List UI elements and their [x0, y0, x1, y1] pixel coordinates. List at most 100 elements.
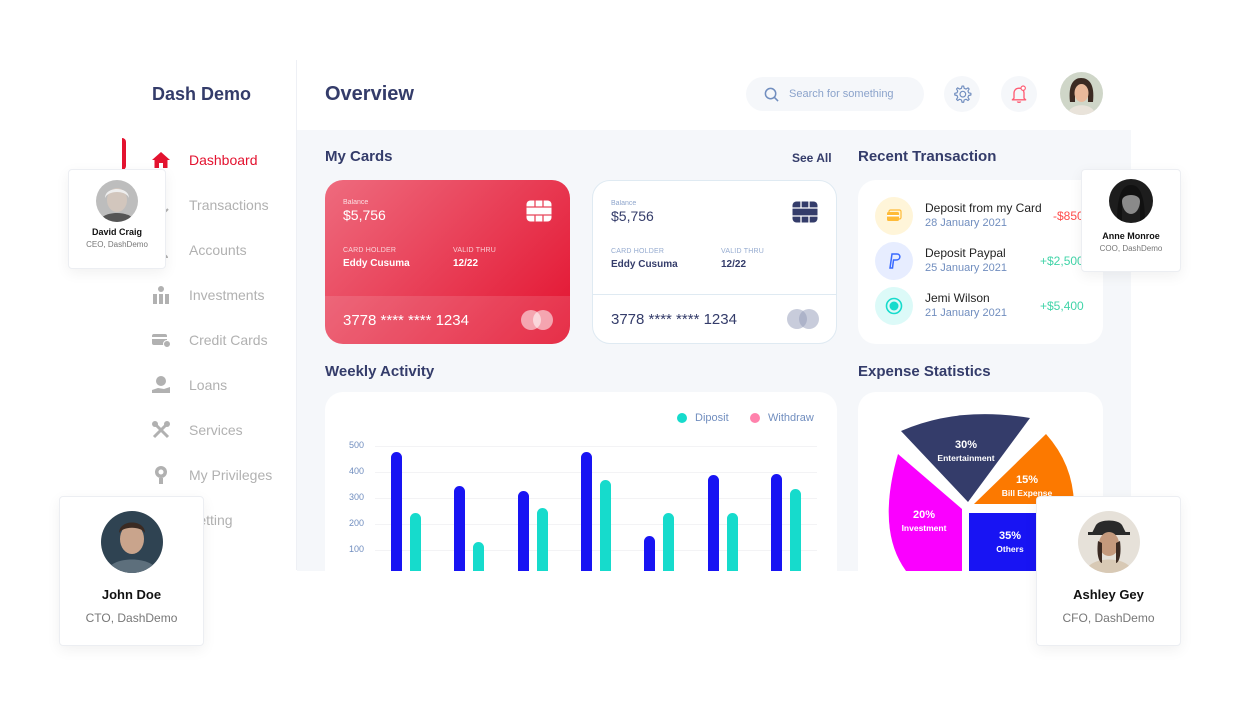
grid-line: [375, 524, 817, 525]
sidebar-item-services[interactable]: Services: [150, 415, 300, 445]
bar-withdraw-2[interactable]: [517, 491, 529, 571]
sidebar-item-transactions[interactable]: Transactions: [150, 190, 300, 220]
legend-withdraw: Withdraw: [750, 412, 814, 424]
transaction-row[interactable]: Jemi Wilson 21 January 2021 +$5,400: [875, 287, 1105, 327]
credit-card-secondary[interactable]: Balance $5,756 CARD HOLDER Eddy Cusuma V…: [592, 180, 837, 344]
sidebar-item-my-privileges[interactable]: My Privileges: [150, 460, 300, 490]
transaction-name: Deposit from my Card: [925, 201, 1042, 215]
bar-diposit-2[interactable]: [536, 508, 548, 571]
bar-withdraw-4[interactable]: [644, 536, 656, 571]
bar-diposit-1[interactable]: [473, 541, 485, 571]
sidebar-item-accounts[interactable]: Accounts: [150, 235, 300, 265]
card-balance: $5,756: [343, 207, 386, 223]
search-bar[interactable]: [746, 77, 924, 111]
transaction-name: Deposit Paypal: [925, 246, 1006, 260]
grid-line: [375, 472, 817, 473]
profile-name: John Doe: [101, 587, 162, 602]
brand-logo[interactable]: Dash Demo: [152, 84, 251, 105]
y-tick-label: 500: [349, 440, 365, 450]
sidebar-item-label: Dashboard: [189, 152, 258, 168]
profile-role: CFO, DashDemo: [1062, 611, 1155, 625]
sidebar-item-investments[interactable]: Investments: [150, 280, 300, 310]
grid-line: [375, 550, 817, 551]
slice-label: Others: [996, 544, 1024, 554]
card-holder-label: CARD HOLDER: [343, 247, 397, 254]
bar-withdraw-1[interactable]: [454, 485, 466, 571]
profile-role: COO, DashDemo: [1099, 244, 1163, 253]
balance-label: Balance: [611, 200, 637, 207]
slice-label: Entertainment: [937, 453, 994, 463]
sidebar-item-label: Credit Cards: [189, 332, 268, 348]
credit-card-primary[interactable]: Balance $5,756 CARD HOLDER Eddy Cusuma V…: [325, 180, 570, 344]
balance-label: Balance: [343, 199, 369, 206]
sidebar-item-label: Transactions: [189, 197, 269, 213]
card-holder-label: CARD HOLDER: [611, 248, 665, 255]
profile-card-anne[interactable]: Anne Monroe COO, DashDemo: [1081, 169, 1181, 272]
y-tick-label: 200: [349, 518, 365, 528]
settings-button[interactable]: [944, 76, 980, 112]
transaction-date: 25 January 2021: [925, 262, 1007, 274]
slice-label: Investment: [902, 523, 947, 533]
sidebar-item-label: Loans: [189, 377, 228, 393]
bar-withdraw-0[interactable]: [391, 451, 402, 571]
bar-diposit-0[interactable]: [410, 513, 421, 571]
transaction-amount: +$2,500: [1040, 254, 1084, 268]
gear-icon: [954, 85, 972, 103]
mastercard-icon: [521, 310, 553, 330]
bar-withdraw-5[interactable]: [707, 474, 719, 571]
profile-card-david[interactable]: David Craig CEO, DashDemo: [68, 169, 166, 269]
legend-label: Diposit: [695, 412, 729, 424]
investment-icon: [150, 284, 172, 306]
legend-dot: [677, 413, 687, 423]
see-all-link[interactable]: See All: [792, 151, 832, 165]
chip-icon: [792, 201, 818, 223]
bar-diposit-6[interactable]: [789, 488, 801, 571]
card-number: 3778 **** **** 1234: [611, 311, 737, 328]
transaction-name: Jemi Wilson: [925, 291, 990, 305]
mastercard-icon: [787, 309, 819, 329]
page-title: Overview: [325, 83, 414, 105]
transaction-row[interactable]: Deposit from my Card 28 January 2021 -$8…: [875, 197, 1105, 237]
profile-role: CTO, DashDemo: [85, 611, 178, 625]
sidebar-item-label: Services: [189, 422, 243, 438]
card-balance: $5,756: [611, 208, 654, 224]
profile-card-john[interactable]: John Doe CTO, DashDemo: [59, 496, 204, 646]
y-tick-label: 400: [349, 466, 365, 476]
card-holder-name: Eddy Cusuma: [343, 258, 410, 269]
credit-card-icon: [150, 329, 172, 351]
privileges-icon: [150, 464, 172, 486]
profile-name: David Craig: [91, 227, 142, 237]
bar-withdraw-6[interactable]: [770, 473, 782, 571]
paypal-icon: [875, 242, 913, 280]
grid-line: [375, 446, 817, 447]
sidebar-item-dashboard[interactable]: Dashboard: [150, 145, 300, 175]
slice-pct: 35%: [999, 530, 1021, 542]
transaction-date: 28 January 2021: [925, 217, 1007, 229]
profile-role: CEO, DashDemo: [86, 240, 148, 249]
bar-diposit-5[interactable]: [726, 513, 738, 571]
valid-thru-value: 12/22: [721, 259, 747, 270]
my-cards-title: My Cards: [325, 148, 393, 165]
profile-photo: [1077, 511, 1140, 573]
weekly-activity-title: Weekly Activity: [325, 363, 435, 380]
search-input[interactable]: [787, 87, 921, 101]
sidebar-item-loans[interactable]: Loans: [150, 370, 300, 400]
bar-diposit-3[interactable]: [599, 480, 611, 571]
profile-photo: [100, 511, 163, 573]
services-icon: [150, 419, 172, 441]
search-icon: [764, 87, 779, 102]
notifications-button[interactable]: [1001, 76, 1037, 112]
slice-pct: 15%: [1016, 474, 1038, 486]
y-tick-label: 300: [349, 492, 365, 502]
profile-photo: [1109, 179, 1153, 223]
user-avatar[interactable]: [1060, 72, 1103, 115]
transaction-amount: +$5,400: [1040, 299, 1084, 313]
bar-withdraw-3[interactable]: [580, 451, 592, 571]
bar-diposit-4[interactable]: [663, 513, 675, 571]
sidebar-item-credit-cards[interactable]: Credit Cards: [150, 325, 300, 355]
profile-card-ashley[interactable]: Ashley Gey CFO, DashDemo: [1036, 496, 1181, 646]
card-footer: 3778 **** **** 1234: [593, 294, 836, 343]
valid-thru-label: VALID THRU: [721, 248, 764, 255]
transaction-row[interactable]: Deposit Paypal 25 January 2021 +$2,500: [875, 242, 1105, 282]
loan-icon: [150, 374, 172, 396]
